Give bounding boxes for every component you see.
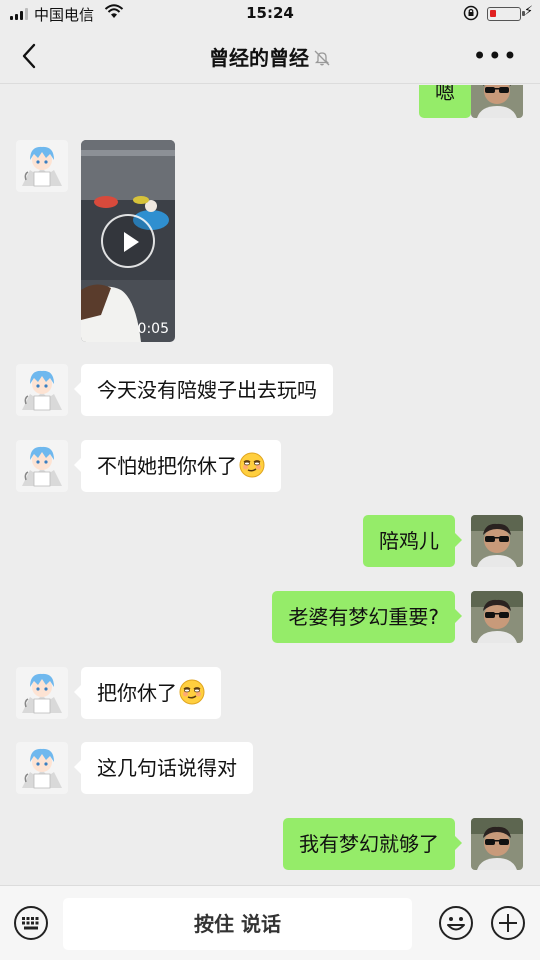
- status-bar: 中国电信 15:24 ⚡: [0, 0, 540, 28]
- message-text: 陪鸡儿: [379, 529, 439, 553]
- message-text: 把你休了: [97, 681, 177, 705]
- contact-avatar[interactable]: [16, 364, 68, 416]
- message-bubble-outgoing[interactable]: 我有梦幻就够了: [283, 818, 462, 870]
- message-bubble-outgoing[interactable]: 陪鸡儿: [363, 515, 462, 567]
- contact-avatar[interactable]: [16, 140, 68, 192]
- contact-avatar[interactable]: [16, 742, 68, 794]
- message-bubble-outgoing[interactable]: 嗯: [419, 85, 478, 118]
- message-text: 不怕她把你休了: [97, 454, 237, 478]
- message-text: 今天没有陪嫂子出去玩吗: [97, 378, 317, 402]
- my-avatar[interactable]: [471, 591, 523, 643]
- message-bubble-incoming[interactable]: 把你休了: [74, 667, 221, 719]
- rotation-lock-icon: [463, 5, 479, 25]
- smirk-emoji-icon: [239, 452, 265, 478]
- plus-icon: [491, 906, 525, 940]
- message-text: 嗯: [435, 85, 455, 104]
- mute-bell-icon: [313, 48, 331, 72]
- video-duration: 0:05: [137, 321, 169, 337]
- message-bubble-outgoing[interactable]: 老婆有梦幻重要?: [272, 591, 462, 643]
- clock: 15:24: [246, 4, 294, 22]
- message-list[interactable]: 嗯 0:05 今天没有陪嫂子出去玩吗 不怕她把你休了 陪鸡儿 老婆有梦幻重要? …: [0, 85, 540, 885]
- message-bubble-incoming[interactable]: 今天没有陪嫂子出去玩吗: [74, 364, 333, 416]
- smirk-emoji-icon: [179, 679, 205, 705]
- my-avatar[interactable]: [471, 515, 523, 567]
- battery-icon: [487, 7, 525, 21]
- message-text: 我有梦幻就够了: [299, 832, 439, 856]
- contact-avatar[interactable]: [16, 440, 68, 492]
- message-text: 这几句话说得对: [97, 756, 237, 780]
- my-avatar[interactable]: [471, 818, 523, 870]
- contact-avatar[interactable]: [16, 667, 68, 719]
- play-icon[interactable]: [101, 214, 155, 268]
- chat-title: 曾经的曾经: [0, 42, 540, 72]
- emoji-button[interactable]: [438, 905, 474, 941]
- keyboard-toggle-button[interactable]: [13, 905, 49, 941]
- my-avatar[interactable]: [471, 85, 523, 118]
- message-text: 老婆有梦幻重要?: [288, 605, 439, 629]
- battery-level: [490, 10, 496, 17]
- message-bubble-incoming[interactable]: 这几句话说得对: [74, 742, 253, 794]
- more-options-button[interactable]: •••: [473, 42, 518, 70]
- keyboard-icon: [14, 906, 48, 940]
- message-bubble-incoming[interactable]: 不怕她把你休了: [74, 440, 281, 492]
- charging-icon: ⚡: [524, 4, 534, 19]
- video-message[interactable]: 0:05: [81, 140, 175, 342]
- chat-title-text: 曾经的曾经: [209, 46, 309, 70]
- more-actions-button[interactable]: [490, 905, 526, 941]
- chat-header: 曾经的曾经 •••: [0, 28, 540, 84]
- smiley-icon: [439, 906, 473, 940]
- input-bar: 按住 说话: [0, 885, 540, 960]
- hold-to-talk-button[interactable]: 按住 说话: [63, 898, 412, 950]
